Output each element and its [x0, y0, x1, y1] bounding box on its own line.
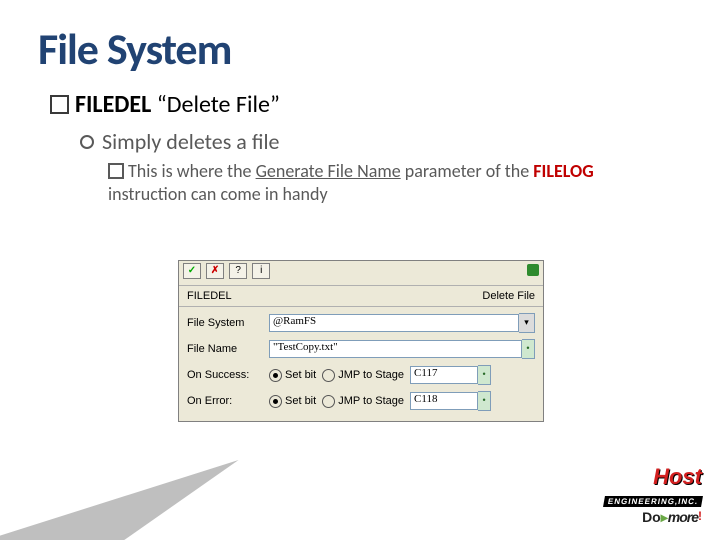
onerror-setbit-radio[interactable]: Set bit: [269, 395, 316, 408]
square-bullet-icon: [108, 163, 124, 179]
slide-title: File System: [38, 22, 231, 76]
arrow-right-icon: ▸: [661, 509, 668, 525]
domore-excl: !: [698, 509, 702, 523]
b3-filelog: FILELOG: [533, 160, 593, 182]
b3-pre: This is where the: [128, 160, 256, 182]
host-logo-text: Host: [653, 464, 702, 489]
square-bullet-icon: [50, 95, 69, 114]
radio-on-icon: [269, 369, 282, 382]
filedel-keyword: FILEDEL: [75, 90, 151, 119]
filename-tag-icon[interactable]: •: [522, 339, 535, 359]
dialog-header: FILEDEL Delete File: [179, 286, 543, 307]
bullet1-rest: “Delete File”: [151, 90, 280, 119]
onerror-label: On Error:: [187, 395, 269, 407]
help-button[interactable]: ?: [229, 263, 247, 279]
filesystem-label: File System: [187, 317, 269, 329]
footer-logo: Host ENGINEERING,INC. Do▸more!: [604, 464, 702, 526]
accept-button[interactable]: ✓: [183, 263, 201, 279]
domore-logo: Do▸more!: [604, 509, 702, 526]
onsuccess-setbit-radio[interactable]: Set bit: [269, 369, 316, 382]
bullet-level2: Simply deletes a file: [80, 128, 279, 155]
onerror-jmp-radio[interactable]: JMP to Stage: [322, 395, 404, 408]
bullet-level3: This is where the Generate File Name par…: [108, 160, 668, 207]
cancel-button[interactable]: ✗: [206, 263, 224, 279]
filesystem-select[interactable]: @RamFS: [269, 314, 519, 332]
circle-bullet-icon: [80, 135, 94, 149]
filename-label: File Name: [187, 343, 269, 355]
info-button[interactable]: i: [252, 263, 270, 279]
onsuccess-jmp-radio[interactable]: JMP to Stage: [322, 369, 404, 382]
chevron-down-icon[interactable]: ▾: [519, 313, 535, 333]
radio-off-icon: [322, 369, 335, 382]
filedel-dialog: ✓ ✗ ? i FILEDEL Delete File File System …: [178, 260, 544, 422]
bullet2-text: Simply deletes a file: [102, 128, 279, 155]
b3-underline: Generate File Name: [256, 160, 401, 182]
b3-tail: instruction can come in handy: [108, 183, 328, 205]
bullet-level1: FILEDEL “Delete File”: [50, 90, 280, 119]
b3-post: parameter of the: [401, 160, 534, 182]
onerror-tag-icon[interactable]: •: [478, 391, 491, 411]
onerror-field[interactable]: C118: [410, 392, 478, 410]
decorative-triangle: [0, 460, 239, 540]
status-dot-icon: [527, 264, 539, 276]
onsuccess-label: On Success:: [187, 369, 269, 381]
engineering-logo-text: ENGINEERING,INC.: [603, 496, 703, 507]
dialog-toolbar: ✓ ✗ ? i: [179, 261, 543, 286]
radio-on-icon: [269, 395, 282, 408]
dialog-header-left: FILEDEL: [187, 290, 232, 302]
radio-off-icon: [322, 395, 335, 408]
onsuccess-field[interactable]: C117: [410, 366, 478, 384]
dialog-header-right: Delete File: [482, 290, 535, 302]
domore-more: more: [668, 509, 698, 525]
domore-do: Do: [642, 509, 661, 525]
filename-input[interactable]: "TestCopy.txt": [269, 340, 522, 358]
onsuccess-tag-icon[interactable]: •: [478, 365, 491, 385]
